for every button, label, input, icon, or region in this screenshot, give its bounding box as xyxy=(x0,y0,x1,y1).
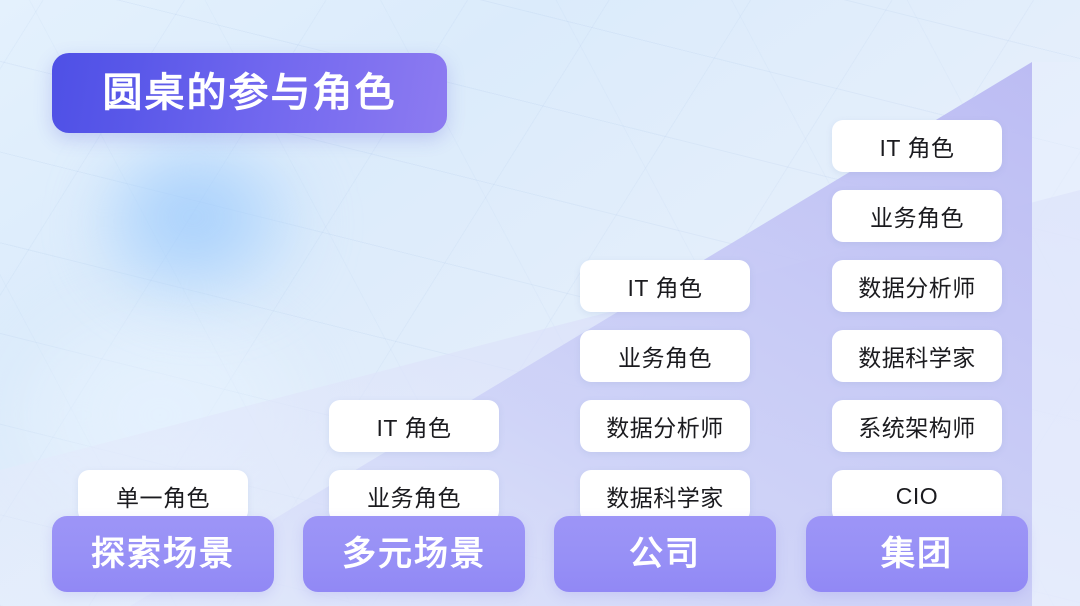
column-footer-button[interactable]: 多元场景 xyxy=(303,516,525,592)
column-footer-label: 公司 xyxy=(629,535,701,573)
column-footer-label: 多元场景 xyxy=(342,535,486,573)
column-2-cards: 业务角色 IT 角色 xyxy=(329,400,499,522)
role-card[interactable]: 数据分析师 xyxy=(832,260,1002,312)
role-card[interactable]: 业务角色 xyxy=(329,470,499,522)
column-4-cards: CIO 系统架构师 数据科学家 数据分析师 业务角色 IT 角色 xyxy=(832,120,1002,522)
role-card[interactable]: 数据科学家 xyxy=(580,470,750,522)
role-card-label: 业务角色 xyxy=(618,345,712,371)
column-1-cards: 单一角色 xyxy=(78,470,248,522)
role-card-label: 单一角色 xyxy=(116,485,210,511)
role-card-label: IT 角色 xyxy=(376,415,452,441)
role-card-label: 数据分析师 xyxy=(858,275,976,301)
role-card[interactable]: IT 角色 xyxy=(580,260,750,312)
column-footer-button[interactable]: 公司 xyxy=(554,516,776,592)
role-card-label: 业务角色 xyxy=(870,205,964,231)
role-card-label: 数据分析师 xyxy=(606,415,724,441)
role-card[interactable]: 数据分析师 xyxy=(580,400,750,452)
role-card-label: IT 角色 xyxy=(627,275,703,301)
role-card[interactable]: IT 角色 xyxy=(329,400,499,452)
role-card-label: 业务角色 xyxy=(367,485,461,511)
role-card[interactable]: 系统架构师 xyxy=(832,400,1002,452)
role-card[interactable]: 业务角色 xyxy=(580,330,750,382)
role-card-label: 数据科学家 xyxy=(606,485,724,511)
maturity-columns: 单一角色 探索场景 业务角色 IT 角色 多元场景 数据科学家 数据分析师 业务… xyxy=(0,0,1080,606)
column-footer-button[interactable]: 集团 xyxy=(806,516,1028,592)
role-card-label: 数据科学家 xyxy=(858,345,976,371)
role-card[interactable]: 单一角色 xyxy=(78,470,248,522)
column-3-cards: 数据科学家 数据分析师 业务角色 IT 角色 xyxy=(580,260,750,522)
role-card[interactable]: 数据科学家 xyxy=(832,330,1002,382)
role-card[interactable]: 业务角色 xyxy=(832,190,1002,242)
slide-canvas: 圆桌的参与角色 单一角色 探索场景 业务角色 IT 角色 多元场景 数据科学家 … xyxy=(0,0,1080,606)
role-card-label: 系统架构师 xyxy=(858,415,976,441)
role-card-label: IT 角色 xyxy=(879,135,955,161)
column-footer-button[interactable]: 探索场景 xyxy=(52,516,274,592)
role-card-label: CIO xyxy=(895,482,939,509)
role-card[interactable]: IT 角色 xyxy=(832,120,1002,172)
role-card[interactable]: CIO xyxy=(832,470,1002,522)
column-footer-label: 集团 xyxy=(881,535,953,573)
column-footer-label: 探索场景 xyxy=(91,535,235,573)
